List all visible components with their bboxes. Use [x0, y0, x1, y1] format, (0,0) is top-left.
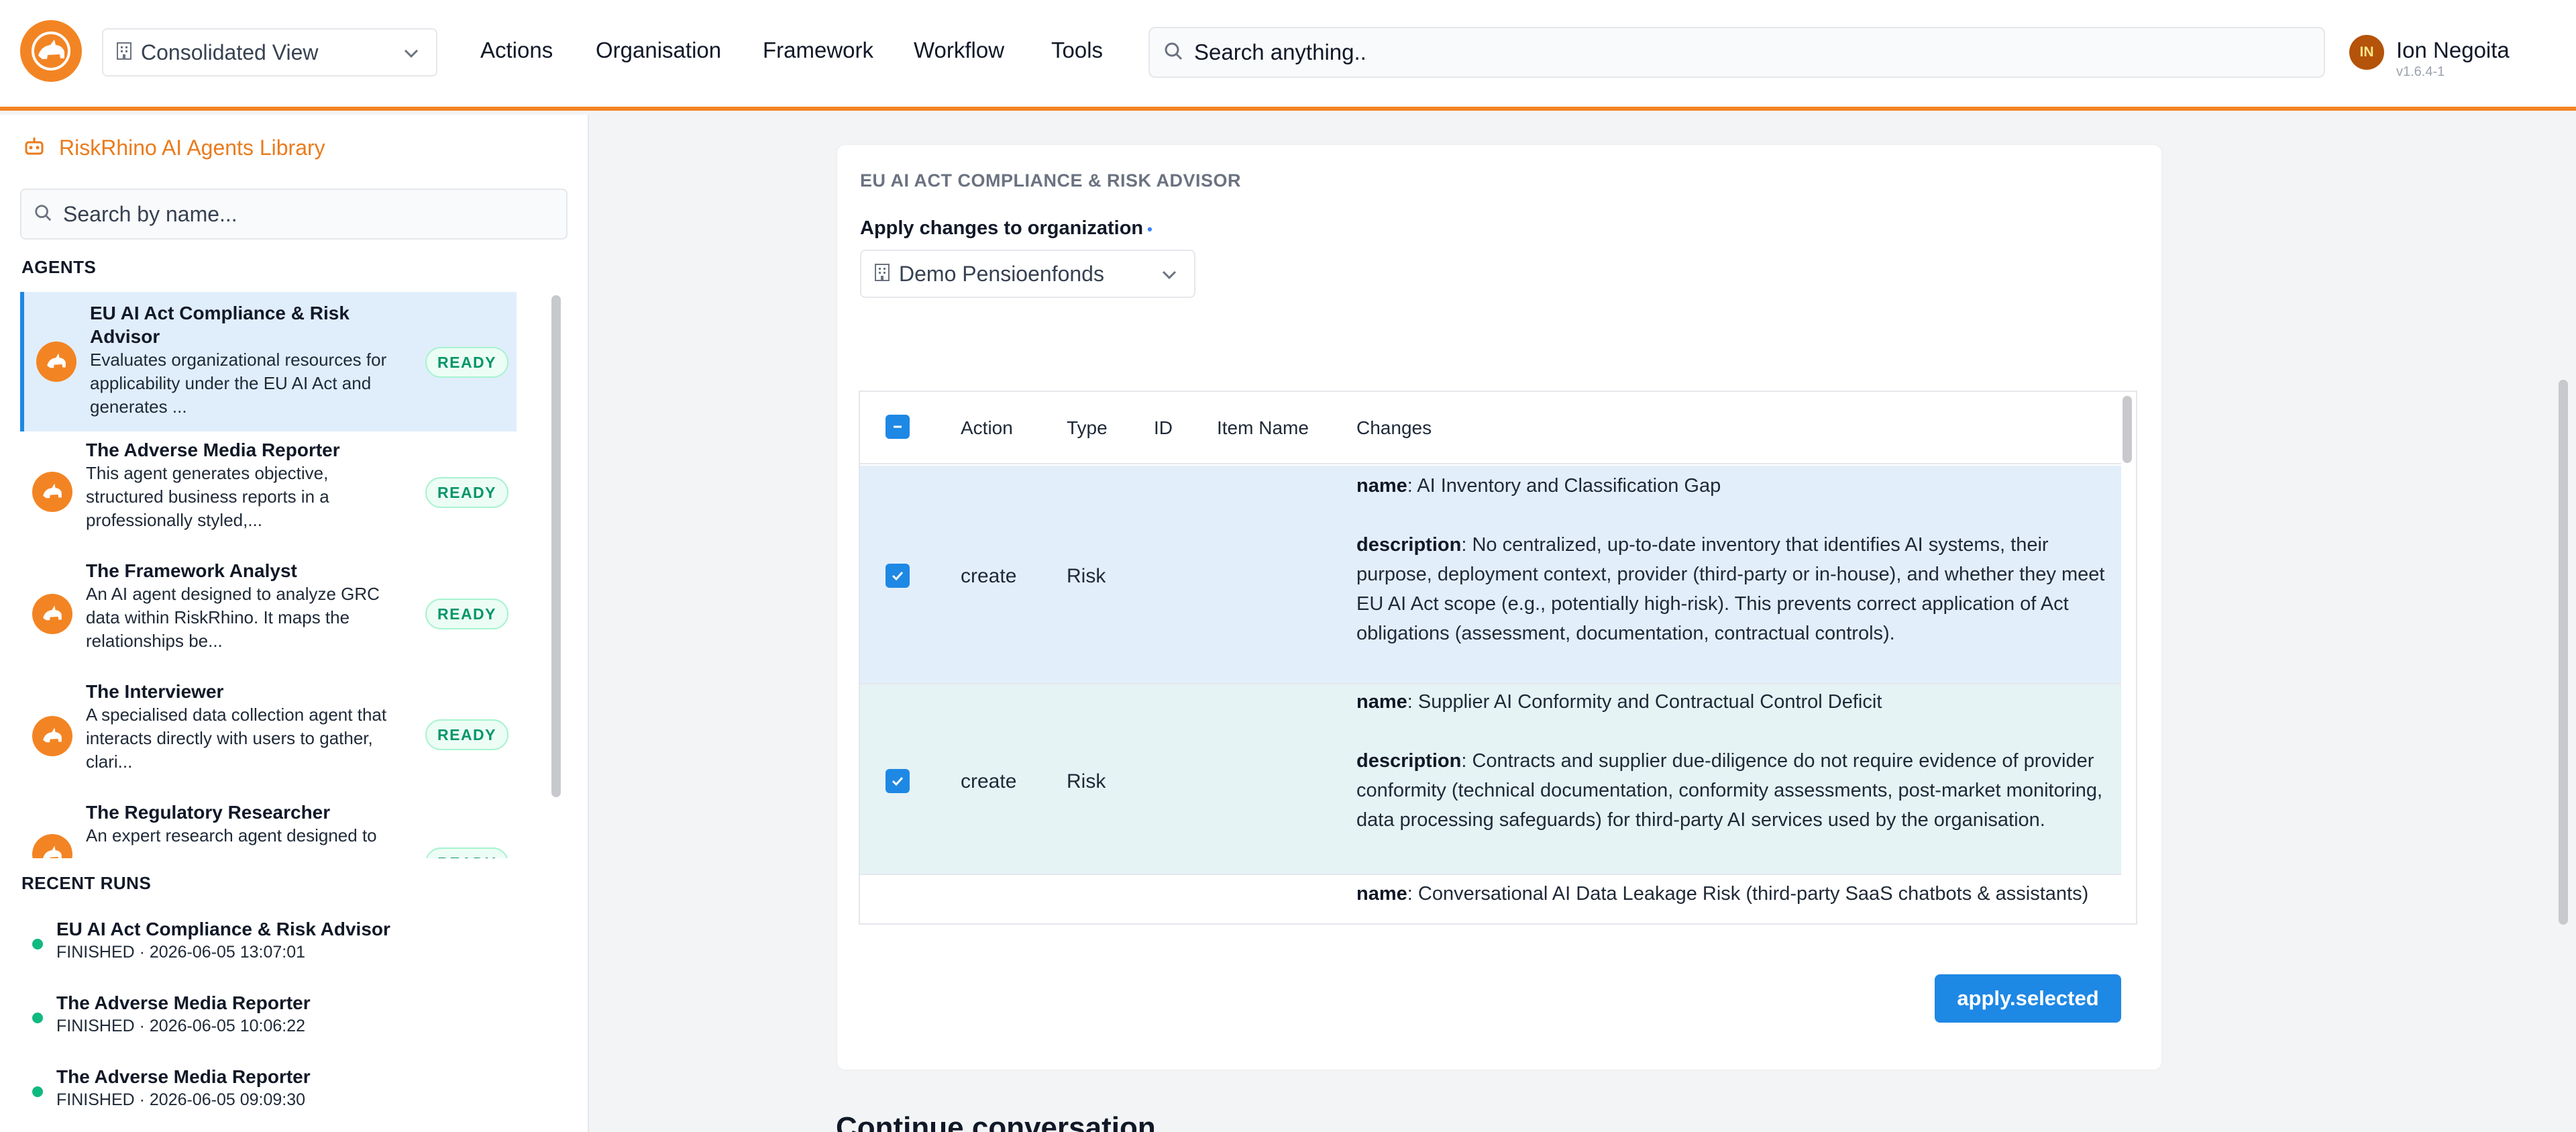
agent-description: This agent generates objective, structure… — [86, 463, 329, 530]
organization-selector[interactable]: Demo Pensioenfonds — [860, 250, 1195, 298]
rhino-logo-icon — [32, 834, 72, 858]
chevron-down-icon — [1159, 264, 1179, 288]
sidebar-title: RiskRhino AI Agents Library — [23, 135, 325, 161]
recent-runs-label: RECENT RUNS — [21, 873, 152, 893]
recent-run-name: The Adverse Media Reporter — [56, 1066, 311, 1087]
building-icon — [115, 42, 133, 64]
recent-run-status: FINISHED · 2026-06-05 13:07:01 — [56, 943, 306, 962]
row-action: create — [961, 565, 1017, 587]
global-search-input[interactable]: Search anything.. — [1148, 27, 2325, 78]
column-header-item-name[interactable]: Item Name — [1217, 417, 1309, 439]
view-selector-label: Consolidated View — [141, 40, 319, 64]
agent-search-placeholder: Search by name... — [63, 201, 237, 226]
row-type: Risk — [1067, 770, 1106, 792]
changes-table: Action Type ID Item Name Changes create … — [859, 391, 2137, 925]
agents-section-label: AGENTS — [21, 257, 97, 277]
status-badge: READY — [425, 719, 509, 750]
agent-result-card: EU AI ACT COMPLIANCE & RISK ADVISOR Appl… — [836, 144, 2163, 1071]
nav-organisation[interactable]: Organisation — [596, 38, 721, 63]
row-checkbox[interactable] — [885, 564, 910, 588]
agent-item[interactable]: The Adverse Media Reporter This agent ge… — [20, 431, 517, 554]
row-changes: name: Conversational AI Data Leakage Ris… — [1356, 883, 2089, 905]
apply-org-label: Apply changes to organization • — [860, 217, 1152, 239]
user-name[interactable]: Ion Negoita — [2396, 38, 2510, 63]
recent-run-name: The Adverse Media Reporter — [56, 992, 311, 1013]
agent-description: An expert research agent designed to — [86, 825, 377, 845]
agent-description: Evaluates organizational resources for ap… — [90, 350, 387, 417]
app-version: v1.6.4-1 — [2396, 64, 2445, 79]
rhino-logo-icon — [32, 594, 72, 634]
agent-name: EU AI Act Compliance & Risk Advisor — [90, 303, 350, 347]
finished-status-dot — [32, 1086, 43, 1097]
row-checkbox[interactable] — [885, 769, 910, 793]
building-icon — [873, 263, 891, 285]
column-header-action[interactable]: Action — [961, 417, 1013, 439]
view-selector[interactable]: Consolidated View — [102, 28, 437, 76]
agent-name: The Interviewer — [86, 681, 224, 702]
column-header-id[interactable]: ID — [1154, 417, 1173, 439]
status-badge: READY — [425, 599, 509, 629]
table-row[interactable]: create Risk name: AI Inventory and Class… — [860, 466, 2121, 684]
apply-selected-button[interactable]: apply.selected — [1935, 974, 2121, 1023]
nav-tools[interactable]: Tools — [1051, 38, 1103, 63]
finished-status-dot — [32, 1013, 43, 1023]
continue-conversation-heading: Continue conversation — [836, 1111, 1156, 1132]
agent-item[interactable]: The Framework Analyst An AI agent design… — [20, 554, 517, 674]
table-row[interactable]: create Risk name: Supplier AI Conformity… — [860, 684, 2121, 875]
row-changes: name: Supplier AI Conformity and Contrac… — [1356, 691, 2103, 831]
row-changes: name: AI Inventory and Classification Ga… — [1356, 475, 2105, 644]
nav-actions[interactable]: Actions — [480, 38, 553, 63]
search-icon — [1163, 41, 1183, 64]
status-badge: READY — [425, 477, 509, 508]
user-avatar[interactable]: IN — [2349, 35, 2384, 70]
column-header-changes[interactable]: Changes — [1356, 417, 1432, 439]
recent-run-status: FINISHED · 2026-06-05 09:09:30 — [56, 1090, 306, 1109]
sidebar-title-text: RiskRhino AI Agents Library — [59, 136, 325, 160]
agent-item[interactable]: EU AI Act Compliance & Risk Advisor Evalu… — [20, 292, 517, 431]
status-badge: READY — [425, 347, 509, 378]
agent-description: An AI agent designed to analyze GRC data … — [86, 584, 380, 651]
organization-selector-value: Demo Pensioenfonds — [899, 261, 1104, 286]
status-badge: READY — [425, 847, 509, 858]
agents-sidebar: RiskRhino AI Agents Library Search by na… — [0, 115, 589, 1132]
agent-search-input[interactable]: Search by name... — [20, 189, 568, 240]
page-scrollbar[interactable] — [2559, 380, 2568, 925]
recent-run-status: FINISHED · 2026-06-05 10:06:22 — [56, 1017, 306, 1035]
rhino-logo-icon — [36, 342, 76, 382]
recent-run-name: EU AI Act Compliance & Risk Advisor — [56, 919, 390, 939]
finished-status-dot — [32, 939, 43, 949]
search-icon — [34, 203, 52, 225]
rhino-logo-icon[interactable] — [20, 20, 82, 82]
robot-icon — [23, 135, 46, 161]
row-type: Risk — [1067, 565, 1106, 587]
agent-name: The Adverse Media Reporter — [86, 440, 340, 460]
rhino-logo-icon — [32, 472, 72, 512]
row-action: create — [961, 770, 1017, 792]
top-bar: Consolidated View Actions Organisation F… — [0, 0, 2576, 111]
agent-name: The Framework Analyst — [86, 560, 297, 581]
card-title: EU AI ACT COMPLIANCE & RISK ADVISOR — [860, 170, 1242, 191]
agent-description: A specialised data collection agent that… — [86, 705, 387, 772]
nav-framework[interactable]: Framework — [763, 38, 873, 63]
global-search-placeholder: Search anything.. — [1194, 40, 1366, 64]
table-scrollbar[interactable] — [2123, 396, 2132, 463]
required-marker: • — [1147, 221, 1152, 238]
agent-item[interactable]: The Interviewer A specialised data colle… — [20, 674, 517, 795]
table-header: Action Type ID Item Name Changes — [860, 392, 2121, 464]
agents-scrollbar[interactable] — [551, 295, 561, 797]
chevron-down-icon — [401, 43, 421, 66]
rhino-logo-icon — [32, 716, 72, 756]
agent-item[interactable]: The Regulatory Researcher An expert rese… — [20, 795, 517, 858]
nav-workflow[interactable]: Workflow — [914, 38, 1004, 63]
select-all-checkbox[interactable] — [885, 415, 910, 439]
agents-list: EU AI Act Compliance & Risk Advisor Evalu… — [20, 292, 517, 858]
table-row[interactable]: name: Conversational AI Data Leakage Ris… — [860, 875, 2121, 923]
agent-name: The Regulatory Researcher — [86, 802, 331, 823]
column-header-type[interactable]: Type — [1067, 417, 1108, 439]
